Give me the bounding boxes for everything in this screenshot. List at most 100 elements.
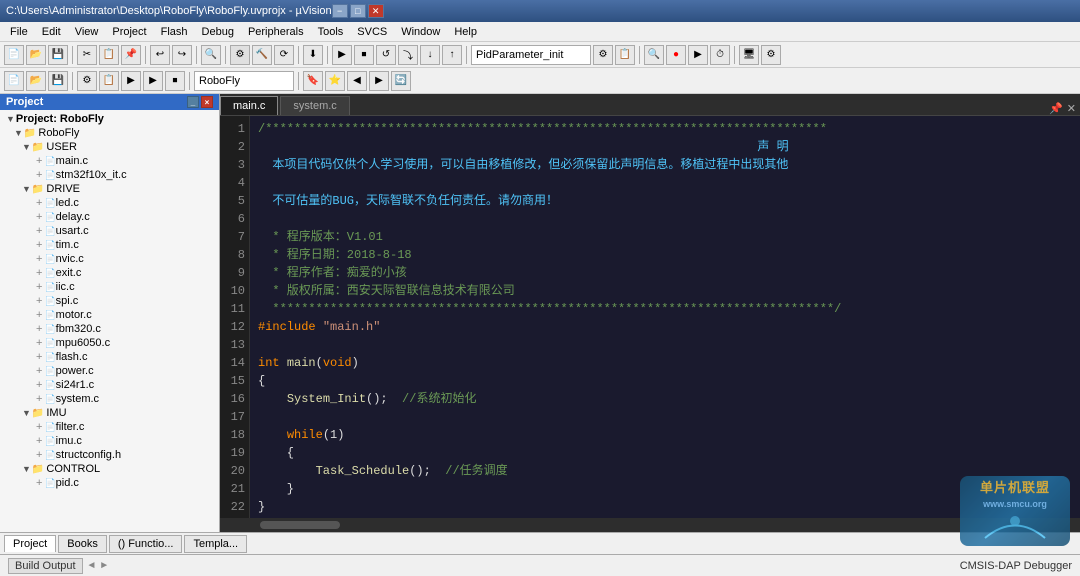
tb2-save-all[interactable]: 💾 xyxy=(48,71,68,91)
tb-record[interactable]: ● xyxy=(666,45,686,65)
tab-main-c[interactable]: main.c xyxy=(220,96,278,115)
tree-item-si24r1[interactable]: + 📄 si24r1.c xyxy=(0,378,219,392)
tb-cut[interactable]: ✂ xyxy=(77,45,97,65)
menu-tools[interactable]: Tools xyxy=(312,24,350,40)
tree-item-mpu6050[interactable]: + 📄 mpu6050.c xyxy=(0,336,219,350)
titlebar: C:\Users\Administrator\Desktop\RoboFly\R… xyxy=(0,0,1080,22)
tree-item-control[interactable]: ▼ 📁 CONTROL xyxy=(0,462,219,476)
tree-item-tim[interactable]: + 📄 tim.c xyxy=(0,238,219,252)
tree-item-motor[interactable]: + 📄 motor.c xyxy=(0,308,219,322)
tree-item-structconfig[interactable]: + 📄 structconfig.h xyxy=(0,448,219,462)
bottom-tab-project[interactable]: Project xyxy=(4,535,56,552)
tree-item-user[interactable]: ▼ 📁 USER xyxy=(0,140,219,154)
close-button[interactable]: ✕ xyxy=(368,4,384,18)
tree-item-fbm320[interactable]: + 📄 fbm320.c xyxy=(0,322,219,336)
menu-edit[interactable]: Edit xyxy=(36,24,67,40)
panel-minimize-btn[interactable]: _ xyxy=(187,96,199,108)
tb-debug-start[interactable]: ▶ xyxy=(332,45,352,65)
tb2-run[interactable]: ▶ xyxy=(121,71,141,91)
tb-zoom[interactable]: 🔍 xyxy=(644,45,664,65)
tb-debug-stop[interactable]: ⏹ xyxy=(354,45,374,65)
hscroll-bar[interactable] xyxy=(260,521,340,529)
menu-view[interactable]: View xyxy=(69,24,105,40)
tree-item-power[interactable]: + 📄 power.c xyxy=(0,364,219,378)
tree-item-flash[interactable]: + 📄 flash.c xyxy=(0,350,219,364)
tb-step-out[interactable]: ↑ xyxy=(442,45,462,65)
menu-debug[interactable]: Debug xyxy=(196,24,240,40)
tree-item-exit[interactable]: + 📄 exit.c xyxy=(0,266,219,280)
menu-project[interactable]: Project xyxy=(106,24,152,40)
tb-build[interactable]: ⚙ xyxy=(230,45,250,65)
menu-file[interactable]: File xyxy=(4,24,34,40)
tb-paste[interactable]: 📌 xyxy=(121,45,141,65)
tb-undo[interactable]: ↩ xyxy=(150,45,170,65)
tb2-bookmark[interactable]: 🔖 xyxy=(303,71,323,91)
tb-open[interactable]: 📂 xyxy=(26,45,46,65)
tb2-arrow-right[interactable]: ▶ xyxy=(143,71,163,91)
tree-item-filter[interactable]: + 📄 filter.c xyxy=(0,420,219,434)
bottom-tab-books[interactable]: Books xyxy=(58,535,107,553)
tb-step-over[interactable]: ⤵ xyxy=(398,45,418,65)
tb-manage[interactable]: 📋 xyxy=(615,45,635,65)
tree-item-led[interactable]: + 📄 led.c xyxy=(0,196,219,210)
tree-item-drive[interactable]: ▼ 📁 DRIVE xyxy=(0,182,219,196)
tab-system-c[interactable]: system.c xyxy=(280,96,349,115)
code-area[interactable]: 1 2 3 4 5 6 7 8 9 10 11 12 13 14 15 16 1… xyxy=(220,116,1080,518)
tb2-arrow-right2[interactable]: ▶ xyxy=(369,71,389,91)
tb-view[interactable]: 🖥 xyxy=(739,45,759,65)
tree-item-iic[interactable]: + 📄 iic.c xyxy=(0,280,219,294)
tb2-refresh[interactable]: 🔄 xyxy=(391,71,411,91)
tree-item-spi[interactable]: + 📄 spi.c xyxy=(0,294,219,308)
tb2-stop[interactable]: ⏹ xyxy=(165,71,185,91)
tree-item-pid[interactable]: + 📄 pid.c xyxy=(0,476,219,490)
code-content[interactable]: /***************************************… xyxy=(250,116,1080,518)
tb-new[interactable]: 📄 xyxy=(4,45,24,65)
tree-item-stm32[interactable]: + 📄 stm32f10x_it.c xyxy=(0,168,219,182)
tb-compile[interactable]: 🔨 xyxy=(252,45,272,65)
tree-item-delay[interactable]: + 📄 delay.c xyxy=(0,210,219,224)
project-dropdown[interactable]: RoboFly xyxy=(194,71,294,91)
tb-debug-reset[interactable]: ↺ xyxy=(376,45,396,65)
bottom-tab-templates[interactable]: Templa... xyxy=(184,535,247,553)
maximize-button[interactable]: □ xyxy=(350,4,366,18)
menu-flash[interactable]: Flash xyxy=(155,24,194,40)
menu-svcs[interactable]: SVCS xyxy=(351,24,393,40)
tb-redo[interactable]: ↪ xyxy=(172,45,192,65)
doc-icon-exit: 📄 xyxy=(44,268,55,279)
tb2-arrow-left[interactable]: ◀ xyxy=(347,71,367,91)
tree-item-nvic[interactable]: + 📄 nvic.c xyxy=(0,252,219,266)
tb-save[interactable]: 💾 xyxy=(48,45,68,65)
tb-options[interactable]: ⚙ xyxy=(593,45,613,65)
tb-periodic[interactable]: ⏱ xyxy=(710,45,730,65)
menu-help[interactable]: Help xyxy=(448,24,483,40)
tb-copy[interactable]: 📋 xyxy=(99,45,119,65)
tree-item-imu[interactable]: ▼ 📁 IMU xyxy=(0,406,219,420)
menu-peripherals[interactable]: Peripherals xyxy=(242,24,310,40)
bottom-tab-functions[interactable]: () Functio... xyxy=(109,535,183,553)
tab-close-icon[interactable]: ✕ xyxy=(1067,102,1076,115)
tb-step-into[interactable]: ↓ xyxy=(420,45,440,65)
tree-item-main-c[interactable]: + 📄 main.c xyxy=(0,154,219,168)
tb-run-macro[interactable]: ▶ xyxy=(688,45,708,65)
tree-item-project[interactable]: ▼ Project: RoboFly xyxy=(0,112,219,126)
tb-settings[interactable]: ⚙ xyxy=(761,45,781,65)
panel-close-btn[interactable]: × xyxy=(201,96,213,108)
menu-window[interactable]: Window xyxy=(395,24,446,40)
tree-item-usart[interactable]: + 📄 usart.c xyxy=(0,224,219,238)
tb-download[interactable]: ⬇ xyxy=(303,45,323,65)
minimize-button[interactable]: − xyxy=(332,4,348,18)
tb2-new-file[interactable]: 📄 xyxy=(4,71,24,91)
target-dropdown[interactable]: PidParameter_init xyxy=(471,45,591,65)
tree-item-system[interactable]: + 📄 system.c xyxy=(0,392,219,406)
tb2-star[interactable]: ⭐ xyxy=(325,71,345,91)
tb2-open-file[interactable]: 📂 xyxy=(26,71,46,91)
tree-item-robofly[interactable]: ▼ 📁 RoboFly xyxy=(0,126,219,140)
tree-item-imu-c[interactable]: + 📄 imu.c xyxy=(0,434,219,448)
build-output-tab[interactable]: Build Output xyxy=(8,558,83,574)
code-hscroll[interactable] xyxy=(220,518,1080,532)
tb-find[interactable]: 🔍 xyxy=(201,45,221,65)
tb2-compile-file[interactable]: 📋 xyxy=(99,71,119,91)
tb2-build-project[interactable]: ⚙ xyxy=(77,71,97,91)
tb-rebuild[interactable]: ⟳ xyxy=(274,45,294,65)
tab-pin-icon[interactable]: 📌 xyxy=(1049,102,1063,115)
